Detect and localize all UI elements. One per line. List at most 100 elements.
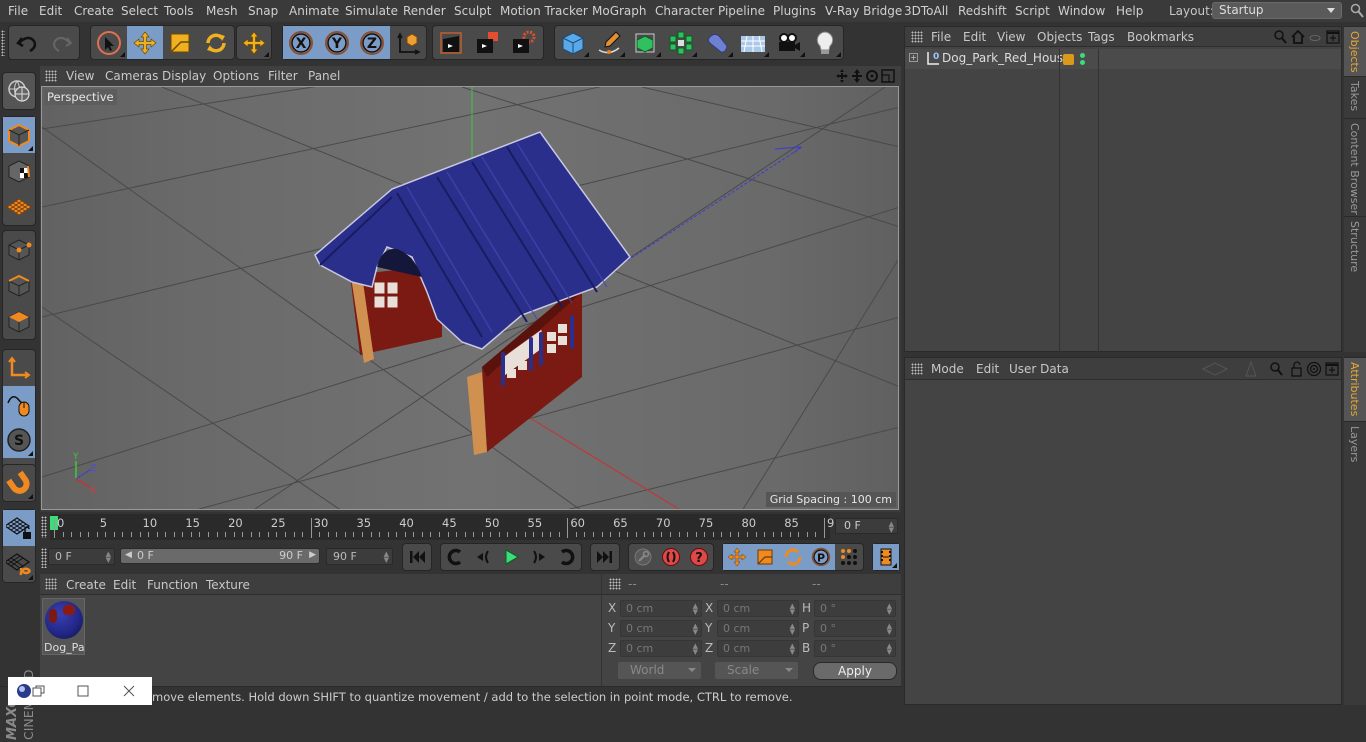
cloner-button[interactable] [663, 26, 699, 59]
object-name[interactable]: Dog_Park_Red_House [942, 51, 1071, 65]
render-view-button[interactable] [433, 26, 469, 59]
coordinate-space-dropdown[interactable]: World [618, 662, 701, 679]
end-frame-field[interactable]: 90 F ▲ ▼ [326, 548, 393, 565]
spinner-arrows-icon[interactable]: ▲ ▼ [887, 623, 892, 636]
scale-button[interactable] [163, 26, 199, 59]
back-icon[interactable] [1201, 362, 1229, 376]
deformer-bend-button[interactable] [699, 26, 735, 59]
model-mode-button[interactable] [3, 117, 35, 153]
attribute-menu-user-data[interactable]: User Data [1009, 362, 1069, 376]
x-axis-lock-button[interactable]: X [283, 26, 319, 59]
menu-mesh[interactable]: Mesh [206, 4, 238, 18]
menu-animate[interactable]: Animate [289, 4, 339, 18]
coord-value-field[interactable]: 0 cm ▲ ▼ [717, 640, 799, 657]
menu-script[interactable]: Script [1015, 4, 1050, 18]
menu-window[interactable]: Window [1058, 4, 1105, 18]
autokeying-button[interactable]: ? [685, 544, 713, 570]
viewport-menu-filter[interactable]: Filter [268, 69, 298, 83]
material-swatch[interactable]: Dog_Pai [42, 598, 85, 655]
current-frame-field[interactable]: 0 F ▲ ▼ [835, 518, 898, 534]
menu-mograph[interactable]: MoGraph [592, 4, 647, 18]
previous-frame-button[interactable] [469, 544, 497, 570]
material-menu-create[interactable]: Create [66, 578, 106, 592]
tab-objects[interactable]: Objects [1344, 26, 1366, 76]
search-icon[interactable] [1274, 30, 1287, 44]
light-button[interactable] [807, 26, 843, 59]
home-icon[interactable] [1291, 29, 1305, 44]
viewport-menu-panel[interactable]: Panel [308, 69, 340, 83]
solo-mode-button[interactable]: S [3, 422, 35, 458]
go-to-end-button[interactable] [591, 544, 619, 570]
restore-icon[interactable] [32, 685, 46, 697]
object-menu-bookmarks[interactable]: Bookmarks [1127, 30, 1194, 44]
new-window-icon[interactable] [1325, 362, 1339, 376]
menu-select[interactable]: Select [121, 4, 158, 18]
viewport-menu-display[interactable]: Display [162, 69, 206, 83]
points-mode-button[interactable] [3, 231, 35, 267]
preview-range-slider[interactable]: ◀ 0 F 90 F ▶ [120, 548, 320, 564]
menu-redshift[interactable]: Redshift [958, 4, 1007, 18]
menu-render[interactable]: Render [403, 4, 446, 18]
spinner-arrows-icon[interactable]: ▲ ▼ [887, 643, 892, 656]
apply-button[interactable]: Apply [813, 662, 897, 680]
menu-3dtoall[interactable]: 3DToAll [904, 4, 948, 18]
workplane-mode-button[interactable] [3, 189, 35, 225]
spinner-arrows-icon[interactable]: ▲ ▼ [693, 623, 698, 636]
texture-mode-button[interactable] [3, 153, 35, 189]
range-left-arrow-icon[interactable]: ◀ [125, 550, 132, 560]
editor-visibility-dot[interactable] [1080, 53, 1085, 58]
spinner-arrows-icon[interactable]: ▲ ▼ [384, 551, 389, 564]
coordinate-mode-dropdown[interactable]: Scale [715, 662, 798, 679]
spinner-arrows-icon[interactable]: ▲ ▼ [106, 551, 111, 564]
menu-plugins[interactable]: Plugins [773, 4, 816, 18]
menu-character[interactable]: Character [655, 4, 714, 18]
object-row[interactable]: + 0 Dog_Park_Red_House [905, 49, 1341, 353]
move-button[interactable] [126, 26, 163, 59]
tab-structure[interactable]: Structure [1344, 216, 1366, 352]
next-frame-button[interactable] [525, 544, 553, 570]
workplane-align-button[interactable] [3, 546, 35, 582]
spinner-arrows-icon[interactable]: ▲ ▼ [887, 603, 892, 616]
filter-icon[interactable] [1309, 35, 1321, 41]
menu-edit[interactable]: Edit [39, 4, 62, 18]
snap-magnet-button[interactable] [3, 465, 35, 501]
previous-key-button[interactable] [441, 544, 469, 570]
menu-snap[interactable]: Snap [248, 4, 278, 18]
panel-grip[interactable] [45, 578, 57, 590]
edit-render-settings-button[interactable] [505, 26, 541, 59]
coordinate-system-button[interactable] [390, 26, 426, 59]
new-window-icon[interactable] [1326, 30, 1340, 44]
object-menu-tags[interactable]: Tags [1088, 30, 1115, 44]
record-active-objects-button[interactable] [657, 544, 685, 570]
menu-motion-tracker[interactable]: Motion Tracker [500, 4, 588, 18]
tab-takes[interactable]: Takes [1344, 76, 1366, 118]
viewport-menu-options[interactable]: Options [213, 69, 259, 83]
menu-help[interactable]: Help [1116, 4, 1143, 18]
coord-value-field[interactable]: 0 cm ▲ ▼ [717, 600, 799, 617]
object-menu-objects[interactable]: Objects [1037, 30, 1082, 44]
search-icon[interactable] [1350, 3, 1364, 19]
close-icon[interactable] [123, 685, 135, 697]
attribute-menu-edit[interactable]: Edit [976, 362, 999, 376]
menu-simulate[interactable]: Simulate [345, 4, 398, 18]
y-axis-lock-button[interactable]: Y [318, 26, 355, 59]
spinner-arrows-icon[interactable]: ▲ ▼ [693, 603, 698, 616]
object-menu-view[interactable]: View [997, 30, 1025, 44]
redo-button[interactable] [44, 26, 79, 59]
panel-grip[interactable] [45, 70, 57, 82]
z-axis-lock-button[interactable]: Z [354, 26, 391, 59]
workplane-lock-button[interactable] [3, 510, 35, 546]
next-key-button[interactable] [553, 544, 581, 570]
key-point-level-button[interactable] [835, 544, 863, 570]
spinner-arrows-icon[interactable]: ▲ ▼ [889, 521, 894, 534]
camera-button[interactable] [771, 26, 807, 59]
transport-grip[interactable] [41, 548, 47, 568]
make-editable-button[interactable] [3, 73, 35, 109]
timeline-window-button[interactable] [873, 544, 899, 570]
last-tool-button[interactable] [237, 26, 271, 59]
menu-sculpt[interactable]: Sculpt [454, 4, 491, 18]
timeline-ruler[interactable]: 051015202530354045505560657075808590 [50, 514, 842, 540]
dolly-icon[interactable] [852, 69, 862, 83]
object-menu-edit[interactable]: Edit [963, 30, 986, 44]
pen-spline-button[interactable] [591, 26, 627, 59]
